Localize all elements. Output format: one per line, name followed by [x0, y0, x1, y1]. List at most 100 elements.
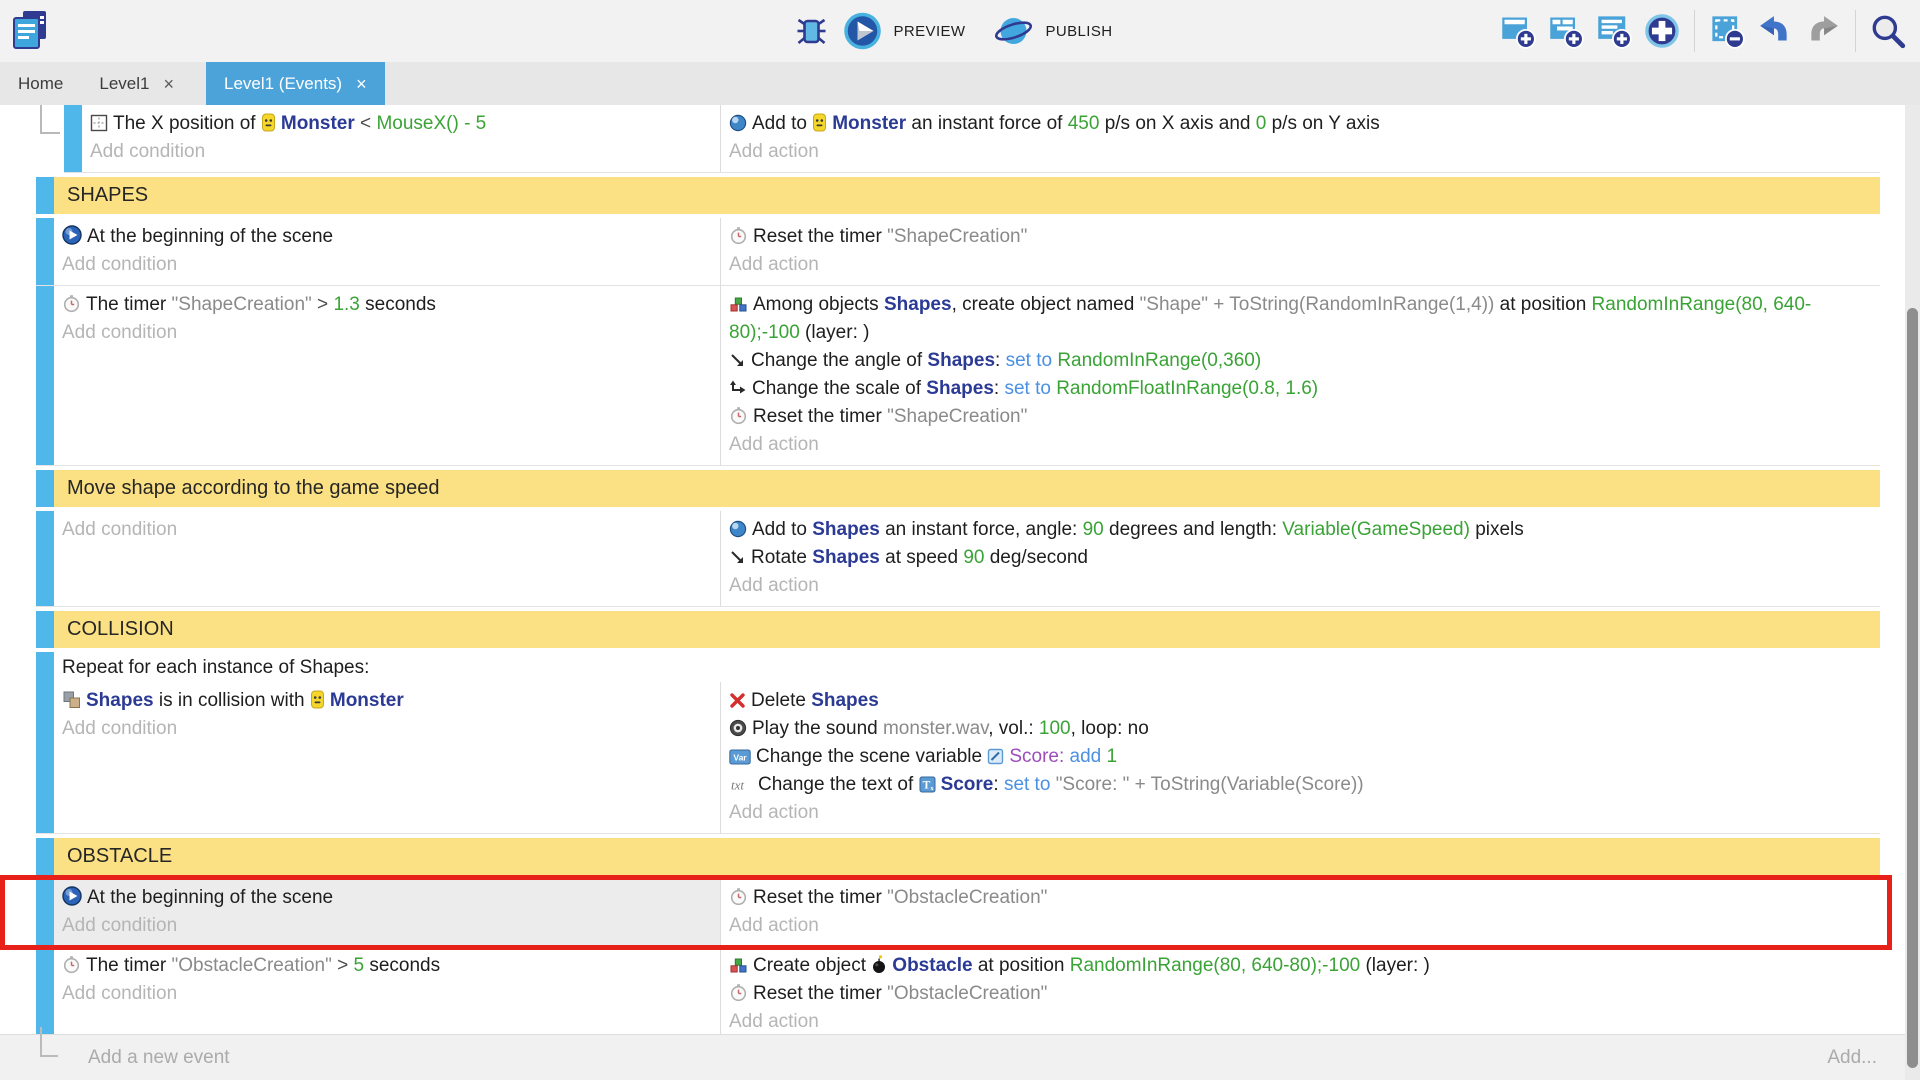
event-shapes-begin[interactable]: At the beginning of the sceneAdd conditi… [36, 218, 1880, 286]
add-comment-button[interactable] [1592, 7, 1636, 55]
conditions-cell[interactable]: At the beginning of the sceneAdd conditi… [54, 879, 720, 946]
event-selection-bar[interactable] [36, 286, 54, 465]
action-line[interactable]: Create object Obstacle at position Rando… [729, 952, 1872, 980]
comment-shapes[interactable]: SHAPES [36, 177, 1880, 214]
add-condition-link[interactable]: Add condition [62, 319, 712, 347]
action-line[interactable]: txtChange the text of TxScore: set to "S… [729, 771, 1872, 799]
redo-button[interactable] [1801, 7, 1845, 55]
event-obstacle-creation-timer[interactable]: The timer "ObstacleCreation" > 5 seconds… [36, 947, 1880, 1035]
actions-cell[interactable]: Among objects Shapes, create object name… [720, 286, 1880, 465]
add-new-event-link[interactable]: Add a new event [88, 1047, 230, 1069]
add-action-link[interactable]: Add action [729, 572, 1872, 600]
main-toolbar: PREVIEW PUBLISH [0, 0, 1920, 62]
add-action-link[interactable]: Add action [729, 138, 1872, 166]
undo-button[interactable] [1753, 7, 1797, 55]
actions-cell[interactable]: Create object Obstacle at position Rando… [720, 947, 1880, 1035]
add-action-link[interactable]: Add action [729, 431, 1872, 459]
add-condition-link[interactable]: Add condition [62, 715, 712, 743]
conditions-cell[interactable]: The timer "ShapeCreation" > 1.3 secondsA… [54, 286, 720, 465]
event-selection-bar[interactable] [64, 105, 82, 172]
publish-button[interactable]: PUBLISH [993, 12, 1130, 50]
action-line[interactable]: Play the sound monster.wav, vol.: 100, l… [729, 715, 1872, 743]
condition-line[interactable]: The X position of Monster < MouseX() - 5 [90, 110, 712, 138]
debug-button[interactable] [790, 7, 834, 55]
event-selection-bar[interactable] [36, 218, 54, 285]
add-more-link[interactable]: Add... [1827, 1047, 1877, 1069]
event-selection-bar[interactable] [36, 177, 54, 214]
scrollbar-thumb[interactable] [1907, 308, 1918, 1068]
comment-collision[interactable]: COLLISION [36, 611, 1880, 648]
event-selection-bar[interactable] [36, 611, 54, 648]
add-subevent-button[interactable] [1544, 7, 1588, 55]
actions-cell[interactable]: Delete ShapesPlay the sound monster.wav,… [720, 682, 1880, 833]
tab-level1-events-[interactable]: Level1 (Events)× [206, 62, 385, 105]
actions-cell[interactable]: Reset the timer "ShapeCreation"Add actio… [720, 218, 1880, 285]
add-event-button[interactable] [1496, 7, 1540, 55]
add-condition-link[interactable]: Add condition [62, 980, 712, 1008]
add-condition-link[interactable]: Add condition [62, 912, 712, 940]
preview-button[interactable]: PREVIEW [844, 12, 984, 50]
action-line[interactable]: Reset the timer "ShapeCreation" [729, 223, 1872, 251]
condition-line[interactable]: At the beginning of the scene [62, 223, 712, 251]
add-action-link[interactable]: Add action [729, 799, 1872, 827]
event-shape-creation-timer[interactable]: The timer "ShapeCreation" > 1.3 secondsA… [36, 286, 1880, 466]
tab-level1[interactable]: Level1× [81, 62, 192, 105]
event-move-shapes[interactable]: Add condition Add to Shapes an instant fo… [36, 511, 1880, 607]
event-selection-bar[interactable] [36, 652, 54, 833]
actions-cell[interactable]: Add to Monster an instant force of 450 p… [720, 105, 1880, 172]
condition-line[interactable]: The timer "ObstacleCreation" > 5 seconds [62, 952, 712, 980]
add-action-link[interactable]: Add action [729, 912, 1872, 940]
conditions-cell[interactable]: The X position of Monster < MouseX() - 5… [82, 105, 720, 172]
action-line[interactable]: Among objects Shapes, create object name… [729, 291, 1872, 347]
event-selection-bar[interactable] [36, 511, 54, 606]
conditions-cell[interactable]: The timer "ObstacleCreation" > 5 seconds… [54, 947, 720, 1035]
action-line[interactable]: Reset the timer "ObstacleCreation" [729, 980, 1872, 1008]
action-line[interactable]: Delete Shapes [729, 687, 1872, 715]
comment-move-shape[interactable]: Move shape according to the game speed [36, 470, 1880, 507]
conditions-cell[interactable]: Shapes is in collision with MonsterAdd c… [54, 682, 720, 833]
subevent-bracket [40, 105, 60, 134]
action-line[interactable]: Reset the timer "ObstacleCreation" [729, 884, 1872, 912]
tab-close-icon[interactable]: × [356, 75, 367, 93]
action-line[interactable]: Add to Monster an instant force of 450 p… [729, 110, 1872, 138]
action-line[interactable]: Reset the timer "ShapeCreation" [729, 403, 1872, 431]
add-action-link[interactable]: Add action [729, 251, 1872, 279]
app-logo-icon[interactable] [10, 9, 52, 53]
event-selection-bar[interactable] [36, 838, 54, 875]
add-condition-link[interactable]: Add condition [90, 138, 712, 166]
add-condition-link[interactable]: Add condition [62, 516, 712, 544]
action-line[interactable]: Change the scale of Shapes: set to Rando… [729, 375, 1872, 403]
tab-close-icon[interactable]: × [163, 75, 174, 93]
action-line[interactable]: Rotate Shapes at speed 90 deg/second [729, 544, 1872, 572]
conditions-cell[interactable]: Add condition [54, 511, 720, 606]
add-condition-link[interactable]: Add condition [62, 251, 712, 279]
circle-plus-button[interactable] [1640, 7, 1684, 55]
conditions-cell[interactable]: At the beginning of the sceneAdd conditi… [54, 218, 720, 285]
condition-line[interactable]: The timer "ShapeCreation" > 1.3 seconds [62, 291, 712, 319]
event-selection-bar[interactable] [36, 879, 54, 946]
action-line[interactable]: Change the angle of Shapes: set to Rando… [729, 347, 1872, 375]
event-selection-bar[interactable] [36, 947, 54, 1035]
event-selection-bar[interactable] [36, 470, 54, 507]
action-line[interactable]: Add to Shapes an instant force, angle: 9… [729, 516, 1872, 544]
condition-line[interactable]: At the beginning of the scene [62, 884, 712, 912]
text-segment: Shapes [86, 690, 154, 711]
event-obstacle-begin[interactable]: At the beginning of the sceneAdd conditi… [36, 879, 1880, 947]
comment-obstacle[interactable]: OBSTACLE [36, 838, 1880, 875]
tab-home[interactable]: Home [0, 62, 81, 105]
monster-icon [261, 113, 276, 132]
event-collision-repeat[interactable]: Repeat for each instance of Shapes:Shape… [36, 652, 1880, 834]
text-segment: set to [1006, 350, 1058, 371]
delete-selection-button[interactable] [1705, 7, 1749, 55]
action-line[interactable]: VarChange the scene variable Score: add … [729, 743, 1872, 771]
actions-cell[interactable]: Reset the timer "ObstacleCreation"Add ac… [720, 879, 1880, 946]
vertical-scrollbar[interactable] [1905, 105, 1920, 1080]
event-monster-move[interactable]: The X position of Monster < MouseX() - 5… [64, 105, 1880, 173]
condition-line[interactable]: Shapes is in collision with Monster [62, 687, 712, 715]
add-action-link[interactable]: Add action [729, 1008, 1872, 1035]
repeat-header[interactable]: Repeat for each instance of Shapes: [54, 652, 1880, 682]
text-segment: 0 [1256, 113, 1267, 134]
text-segment: "ShapeCreation" [172, 294, 312, 315]
actions-cell[interactable]: Add to Shapes an instant force, angle: 9… [720, 511, 1880, 606]
search-button[interactable] [1866, 7, 1910, 55]
